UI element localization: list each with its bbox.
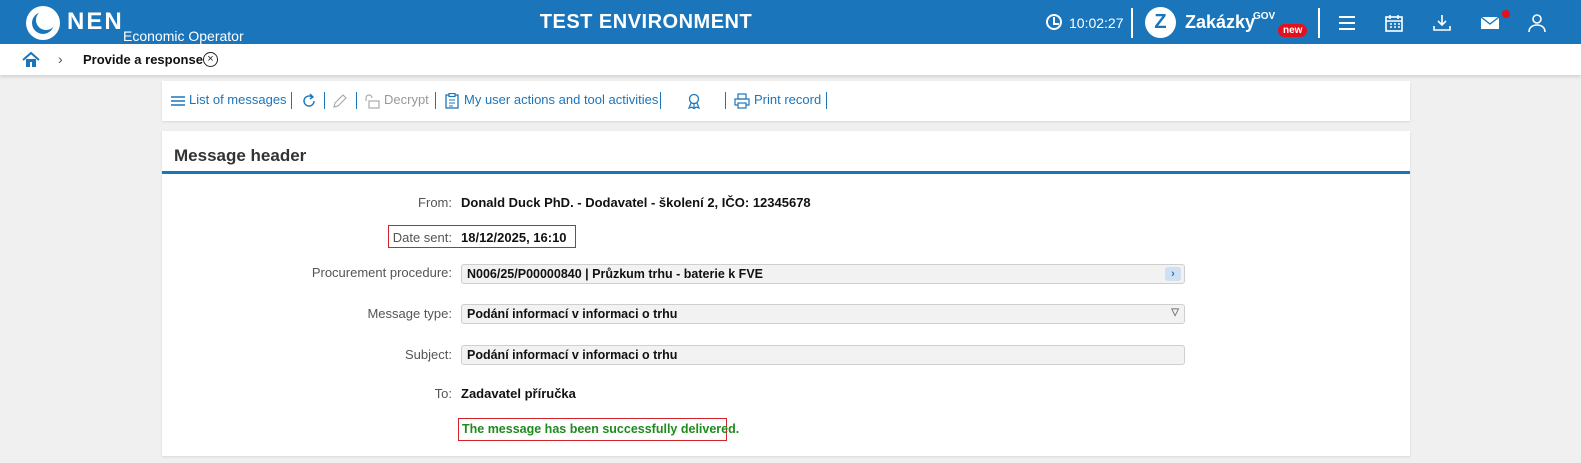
message-type-select[interactable]: Podání informací v informaci o trhu ▽ <box>461 304 1185 324</box>
unlock-icon <box>364 93 380 109</box>
procurement-field[interactable]: N006/25/P00000840 | Průzkum trhu - bater… <box>461 264 1185 284</box>
header-divider <box>1318 8 1320 38</box>
header-divider <box>1131 8 1133 38</box>
delivery-status-message: The message has been successfully delive… <box>462 422 740 436</box>
print-icon[interactable] <box>734 93 750 109</box>
to-value: Zadavatel příručka <box>461 386 576 401</box>
toolbar-divider <box>725 92 726 109</box>
calendar-icon[interactable] <box>1383 12 1405 34</box>
new-badge: new <box>1278 24 1308 37</box>
chevron-down-icon[interactable]: ▽ <box>1171 307 1179 318</box>
message-type-label: Message type: <box>367 306 452 321</box>
decrypt-button: Decrypt <box>384 92 429 107</box>
section-title: Message header <box>174 146 307 165</box>
clipboard-icon[interactable] <box>444 92 460 109</box>
list-of-messages-button[interactable]: List of messages <box>189 92 287 107</box>
toolbar-divider <box>826 92 827 109</box>
date-sent-value: 18/12/2025, 16:10 <box>461 230 567 245</box>
notification-dot <box>1502 10 1510 18</box>
subject-label: Subject: <box>405 347 452 362</box>
menu-icon[interactable] <box>1336 12 1358 34</box>
section-underline <box>162 171 1410 174</box>
refresh-icon[interactable] <box>301 93 317 109</box>
toolbar-divider <box>324 92 325 109</box>
list-icon[interactable] <box>170 93 186 109</box>
procurement-label: Procurement procedure: <box>311 265 452 280</box>
gov-label: GOV <box>1253 11 1276 22</box>
chevron-right-icon: › <box>58 51 63 67</box>
top-bar: NEN Economic Operator TEST ENVIRONMENT 1… <box>0 0 1581 44</box>
breadcrumb: › Provide a response × <box>0 44 1581 75</box>
subject-value: Podání informací v informaci o trhu <box>467 348 678 362</box>
zakazky-logo-icon[interactable]: Z <box>1145 7 1176 38</box>
toolbar-divider <box>660 92 661 109</box>
award-icon[interactable] <box>686 93 702 111</box>
from-label: From: <box>418 195 452 210</box>
download-icon[interactable] <box>1431 12 1453 34</box>
subject-field[interactable]: Podání informací v informaci o trhu <box>461 345 1185 365</box>
user-icon[interactable] <box>1526 12 1548 34</box>
session-time: 10:02:27 <box>1069 15 1124 31</box>
date-sent-label: Date sent: <box>392 230 452 245</box>
breadcrumb-current: Provide a response <box>83 52 203 67</box>
from-value: Donald Duck PhD. - Dodavatel - školení 2… <box>461 195 811 210</box>
close-icon[interactable]: × <box>203 52 218 67</box>
home-icon[interactable] <box>22 51 40 69</box>
toolbar-divider <box>291 92 292 109</box>
action-toolbar: List of messages Decrypt My user actions… <box>162 81 1410 121</box>
clock-icon <box>1046 14 1062 30</box>
mail-icon[interactable] <box>1479 12 1501 34</box>
zakazky-link[interactable]: Zakázky <box>1185 12 1255 33</box>
toolbar-divider <box>356 92 357 109</box>
procurement-value: N006/25/P00000840 | Průzkum trhu - bater… <box>467 267 763 281</box>
my-user-actions-button[interactable]: My user actions and tool activities <box>464 92 658 107</box>
print-record-button[interactable]: Print record <box>754 92 821 107</box>
edit-icon <box>332 93 348 109</box>
message-type-value: Podání informací v informaci o trhu <box>467 307 678 321</box>
to-label: To: <box>434 386 452 401</box>
toolbar-divider <box>435 92 436 109</box>
open-procedure-chevron-icon[interactable]: › <box>1165 267 1181 281</box>
message-header-panel: Message header From: Donald Duck PhD. - … <box>162 131 1410 456</box>
